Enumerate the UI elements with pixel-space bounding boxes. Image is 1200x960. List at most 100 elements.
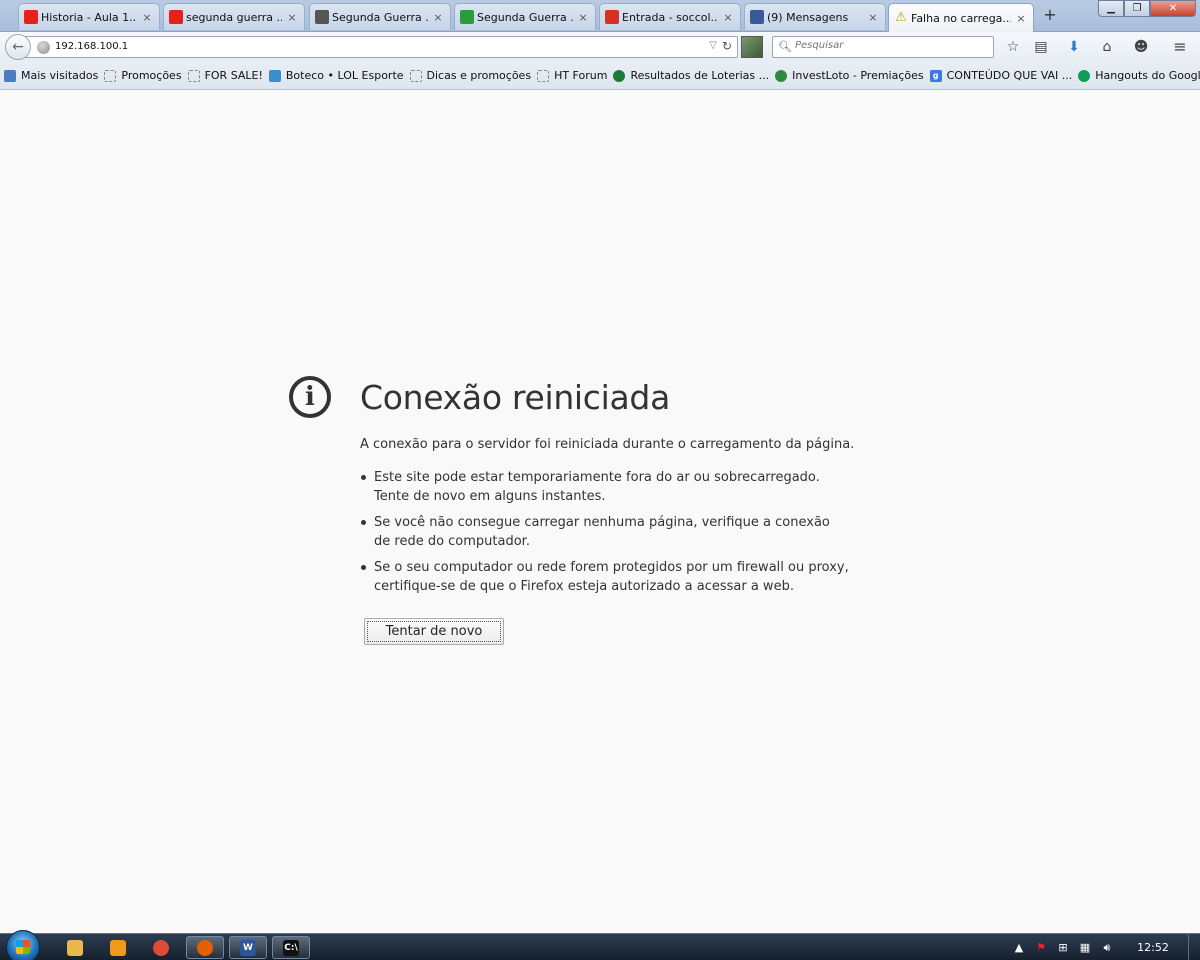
close-window-button[interactable]: ✕: [1150, 0, 1196, 17]
tab-close-icon[interactable]: ×: [867, 11, 879, 24]
network-icon[interactable]: ▦: [1074, 941, 1096, 954]
bookmark-item[interactable]: Hangouts do Google+: [1078, 69, 1200, 82]
windows-logo-icon: [16, 940, 30, 954]
reading-list-icon[interactable]: ▤: [1031, 38, 1051, 56]
error-page: i Conexão reiniciada A conexão para o se…: [0, 91, 1200, 933]
folder-icon: [104, 69, 117, 82]
lottery-icon: [613, 69, 626, 82]
bookmark-label: Dicas e promoções: [426, 69, 532, 82]
new-tab-button[interactable]: +: [1040, 5, 1060, 25]
tab-close-icon[interactable]: ×: [722, 11, 734, 24]
tab-close-icon[interactable]: ×: [286, 11, 298, 24]
word-icon: W: [240, 939, 256, 956]
navigation-bar: ← 192.168.100.1 ▽ ↻ 🔍︎ ☆ ▤ ⬇ ⌂ ☻ ≡: [0, 32, 1200, 62]
window-controls: ▁ ❐ ✕: [1098, 0, 1196, 18]
tab[interactable]: Segunda Guerra ... ×: [454, 3, 596, 30]
tab[interactable]: (9) Mensagens ×: [744, 3, 886, 30]
clock[interactable]: 12:52: [1118, 941, 1188, 954]
tab-label: Falha no carrega...: [911, 11, 1011, 25]
back-button[interactable]: ←: [5, 34, 31, 60]
retry-label: Tentar de novo: [367, 621, 501, 642]
error-suggestions: Este site pode estar temporariamente for…: [360, 468, 850, 603]
windows-icon[interactable]: ⊞: [1052, 941, 1074, 954]
site-identity-icon[interactable]: [37, 41, 50, 54]
downloads-icon[interactable]: ⬇: [1064, 38, 1084, 56]
show-desktop-button[interactable]: [1188, 934, 1200, 960]
search-icon: 🔍︎: [778, 40, 792, 53]
tab[interactable]: Historia - Aula 1... ×: [18, 3, 160, 30]
bookmarks-toolbar: Mais visitados Promoções FOR SALE! Boteco •…: [0, 62, 1200, 90]
action-center-flag-icon[interactable]: ⚑: [1030, 941, 1052, 954]
tab-label: Segunda Guerra ...: [332, 10, 428, 24]
maximize-button[interactable]: ❐: [1124, 0, 1150, 17]
gmail-icon: [605, 10, 619, 24]
bookmark-item[interactable]: FOR SALE!: [187, 69, 263, 82]
error-title: Conexão reiniciada: [360, 378, 671, 417]
volume-icon[interactable]: 🔊︎: [1096, 941, 1118, 955]
tab[interactable]: Entrada - soccol... ×: [599, 3, 741, 30]
tab[interactable]: Segunda Guerra ... ×: [309, 3, 451, 30]
clover-icon: [775, 69, 788, 82]
taskbar-app[interactable]: W: [229, 936, 267, 959]
tab-strip: Historia - Aula 1... × segunda guerra ... ×…: [0, 0, 1200, 32]
media-player-icon: [110, 939, 126, 956]
bookmark-star-icon[interactable]: ☆: [1003, 38, 1023, 56]
tab-close-icon[interactable]: ×: [1015, 12, 1027, 25]
yo-icon: [315, 10, 329, 24]
tab[interactable]: segunda guerra ... ×: [163, 3, 305, 30]
bookmark-item[interactable]: g CONTEÚDO QUE VAI ...: [929, 69, 1072, 82]
addon-site-icon[interactable]: [741, 36, 763, 58]
bookmark-item[interactable]: Dicas e promoções: [409, 69, 532, 82]
menu-icon[interactable]: ≡: [1170, 38, 1190, 56]
bookmark-label: Hangouts do Google+: [1095, 69, 1200, 82]
search-bar[interactable]: 🔍︎: [772, 36, 994, 58]
tab-close-icon[interactable]: ×: [432, 11, 444, 24]
bookmark-label: InvestLoto - Premiações: [792, 69, 924, 82]
tab-label: (9) Mensagens: [767, 10, 849, 24]
most-visited-icon: [4, 69, 16, 82]
tab-label: Entrada - soccol...: [622, 10, 718, 24]
taskbar-app[interactable]: [186, 936, 224, 959]
hangouts-icon: [1078, 69, 1091, 82]
firefox-icon: [197, 939, 213, 956]
back-arrow-icon: ←: [12, 39, 24, 55]
system-tray: ▲ ⚑ ⊞ ▦ 🔊︎ 12:52: [1008, 934, 1200, 960]
youtube-icon: [24, 10, 38, 24]
bookmark-item[interactable]: InvestLoto - Premiações: [775, 69, 924, 82]
tab-close-icon[interactable]: ×: [577, 11, 589, 24]
tab-close-icon[interactable]: ×: [141, 11, 153, 24]
command-prompt-icon: C:\: [283, 939, 299, 956]
url-bar[interactable]: 192.168.100.1 ▽ ↻: [24, 36, 738, 58]
home-icon[interactable]: ⌂: [1097, 38, 1117, 56]
url-dropdown-icon[interactable]: ▽: [709, 40, 717, 51]
tab[interactable]: ⚠ Falha no carrega... ×: [888, 3, 1034, 32]
taskbar-app[interactable]: [142, 936, 180, 959]
taskbar-app[interactable]: [99, 936, 137, 959]
taskbar-app[interactable]: C:\: [272, 936, 310, 959]
taskbar: W C:\ ▲ ⚑ ⊞ ▦ 🔊︎ 12:52: [0, 930, 1200, 960]
search-input[interactable]: [795, 40, 985, 51]
bookmark-item[interactable]: Boteco • LOL Esporte: [268, 69, 404, 82]
tab-label: segunda guerra ...: [186, 10, 282, 24]
tab-label: Historia - Aula 1...: [41, 10, 137, 24]
bookmark-item[interactable]: Resultados de Loterias ...: [613, 69, 769, 82]
youtube-icon: [169, 10, 183, 24]
bookmark-label: Resultados de Loterias ...: [630, 69, 770, 82]
taskbar-app[interactable]: [56, 936, 94, 959]
bookmark-label: Promoções: [121, 69, 182, 82]
folder-icon: [187, 69, 200, 82]
url-text[interactable]: 192.168.100.1: [55, 41, 128, 52]
reload-icon[interactable]: ↻: [722, 39, 732, 53]
retry-button[interactable]: Tentar de novo: [364, 618, 504, 645]
start-button[interactable]: [6, 930, 40, 960]
bookmark-label: FOR SALE!: [204, 69, 263, 82]
suggestion-item: Se o seu computador ou rede forem proteg…: [360, 558, 850, 596]
minimize-button[interactable]: ▁: [1098, 0, 1124, 17]
bookmark-item[interactable]: Mais visitados: [4, 69, 98, 82]
info-icon: i: [289, 376, 331, 418]
bookmark-item[interactable]: Promoções: [104, 69, 182, 82]
bookmark-item[interactable]: HT Forum: [537, 69, 607, 82]
error-description: A conexão para o servidor foi reiniciada…: [360, 437, 855, 452]
chat-icon[interactable]: ☻: [1131, 38, 1151, 56]
show-hidden-icons-icon[interactable]: ▲: [1008, 941, 1030, 954]
